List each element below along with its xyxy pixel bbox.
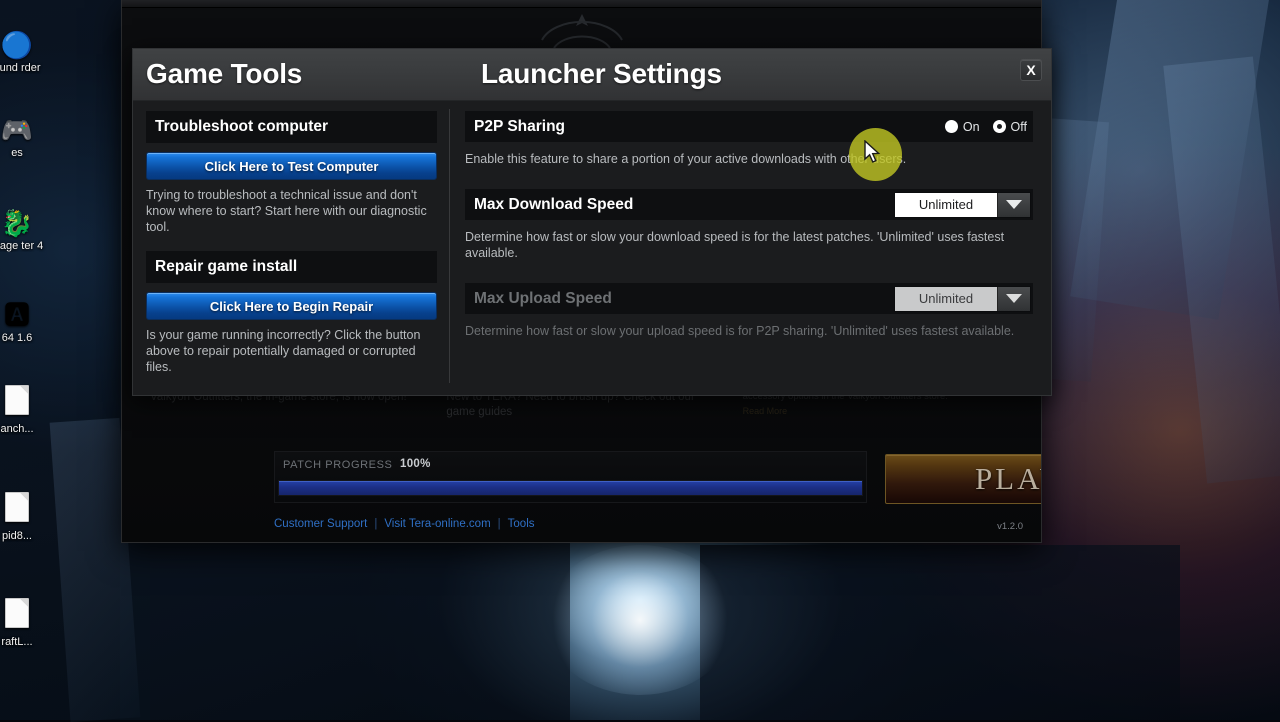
footer-separator: |: [374, 518, 377, 530]
max-download-heading-bar: Max Download Speed Unlimited: [465, 189, 1033, 220]
max-download-value: Unlimited: [895, 193, 997, 217]
tools-link[interactable]: Tools: [508, 518, 535, 530]
p2p-radio-group: On Off: [945, 120, 1027, 134]
desktop-icon-glyph: 🅰: [0, 300, 48, 330]
repair-heading: Repair game install: [155, 258, 297, 276]
launcher-settings-pane: P2P Sharing On Off Enable this feature t…: [450, 101, 1051, 395]
radio-circle-icon: [945, 120, 958, 133]
p2p-radio-on-label: On: [963, 120, 980, 134]
desktop-icon-label: anch...: [0, 423, 48, 435]
desktop-icon-label: raftL...: [0, 636, 48, 648]
customer-support-link[interactable]: Customer Support: [274, 518, 367, 530]
p2p-description: Enable this feature to share a portion o…: [465, 151, 1033, 167]
news-item[interactable]: Valkyon Outfitters, the in-game store, i…: [150, 390, 420, 436]
begin-repair-button[interactable]: Click Here to Begin Repair: [146, 292, 437, 320]
news-strip: Valkyon Outfitters, the in-game store, i…: [150, 390, 1013, 436]
repair-heading-bar: Repair game install: [146, 251, 437, 283]
desktop-icon[interactable]: 🔵 ound rder: [0, 30, 48, 74]
version-label: v1.2.0: [997, 521, 1023, 532]
visit-website-link[interactable]: Visit Tera-online.com: [384, 518, 490, 530]
launcher-title-strip: [122, 0, 1041, 8]
patch-progress-fill: [279, 481, 862, 495]
max-upload-speed-setting: Max Upload Speed Unlimited Determine how…: [465, 283, 1033, 339]
patch-progress-panel: PATCH PROGRESS 100%: [274, 451, 867, 503]
play-button-label: PLAY: [975, 461, 1042, 497]
max-download-speed-setting: Max Download Speed Unlimited Determine h…: [465, 189, 1033, 261]
wallpaper-light-source: [545, 545, 735, 695]
file-icon: [0, 385, 48, 421]
max-download-heading: Max Download Speed: [474, 196, 633, 214]
desktop-icon[interactable]: anch...: [0, 385, 48, 435]
game-tools-title: Game Tools: [146, 58, 302, 90]
desktop-icon-label: ound rder: [0, 62, 48, 74]
game-tools-settings-modal: Game Tools Launcher Settings X Troublesh…: [132, 48, 1052, 396]
test-computer-button[interactable]: Click Here to Test Computer: [146, 152, 437, 180]
desktop-icon[interactable]: raftL...: [0, 598, 48, 648]
footer-separator: |: [498, 518, 501, 530]
news-item[interactable]: accessory options in the Valkyon Outfitt…: [743, 390, 1013, 436]
p2p-radio-off-label: Off: [1011, 120, 1027, 134]
patch-progress-percent: 100%: [400, 458, 431, 470]
troubleshoot-description: Trying to troubleshoot a technical issue…: [146, 187, 437, 235]
modal-header: Game Tools Launcher Settings X: [133, 49, 1051, 101]
desktop-icon-label: pid8...: [0, 530, 48, 542]
file-icon: [0, 598, 48, 634]
play-button[interactable]: PLAY: [885, 454, 1042, 504]
p2p-heading-bar: P2P Sharing On Off: [465, 111, 1033, 142]
desktop-icon[interactable]: 🐉 mage ter 4: [0, 208, 48, 252]
desktop-icon[interactable]: pid8...: [0, 492, 48, 542]
desktop-icon-glyph: 🎮: [0, 115, 48, 145]
repair-section: Repair game install Click Here to Begin …: [146, 251, 437, 375]
max-upload-description: Determine how fast or slow your upload s…: [465, 323, 1033, 339]
desktop-icon-label: 64 1.6: [0, 332, 48, 344]
desktop-icon-glyph: 🐉: [0, 208, 48, 238]
max-upload-heading-bar: Max Upload Speed Unlimited: [465, 283, 1033, 314]
max-upload-dropdown: Unlimited: [894, 286, 1031, 312]
game-tools-pane: Troubleshoot computer Click Here to Test…: [133, 101, 449, 395]
max-upload-heading: Max Upload Speed: [474, 290, 612, 308]
news-item[interactable]: New to TERA? Need to brush up? Check out…: [446, 390, 716, 436]
footer-link-bar: Customer Support | Visit Tera-online.com…: [274, 518, 535, 530]
modal-body: Troubleshoot computer Click Here to Test…: [133, 101, 1051, 395]
desktop-icon-glyph: 🔵: [0, 30, 48, 60]
close-icon[interactable]: X: [1020, 59, 1042, 81]
wallpaper-structure: [150, 540, 570, 720]
patch-progress-label: PATCH PROGRESS: [283, 459, 392, 471]
p2p-heading: P2P Sharing: [474, 118, 565, 136]
troubleshoot-heading: Troubleshoot computer: [155, 118, 328, 136]
p2p-radio-on[interactable]: On: [945, 120, 980, 134]
news-read-more-link[interactable]: Read More: [743, 405, 1013, 418]
file-icon: [0, 492, 48, 528]
chevron-down-icon: [997, 193, 1030, 217]
launcher-settings-title: Launcher Settings: [481, 58, 722, 90]
troubleshoot-section: Troubleshoot computer Click Here to Test…: [146, 111, 437, 235]
radio-circle-selected-icon: [993, 120, 1006, 133]
patch-progress-bar: [278, 480, 863, 496]
desktop-icon-label: mage ter 4: [0, 240, 48, 252]
max-upload-value: Unlimited: [895, 287, 997, 311]
p2p-radio-off[interactable]: Off: [993, 120, 1027, 134]
desktop-icon[interactable]: 🅰 64 1.6: [0, 300, 48, 344]
desktop-icon[interactable]: 🎮 es: [0, 115, 48, 159]
max-download-dropdown[interactable]: Unlimited: [894, 192, 1031, 218]
wallpaper-structure: [700, 545, 1180, 720]
p2p-sharing-setting: P2P Sharing On Off Enable this feature t…: [465, 111, 1033, 167]
repair-description: Is your game running incorrectly? Click …: [146, 327, 437, 375]
max-download-description: Determine how fast or slow your download…: [465, 229, 1033, 261]
troubleshoot-heading-bar: Troubleshoot computer: [146, 111, 437, 143]
desktop-icon-label: es: [0, 147, 48, 159]
chevron-down-icon: [997, 287, 1030, 311]
